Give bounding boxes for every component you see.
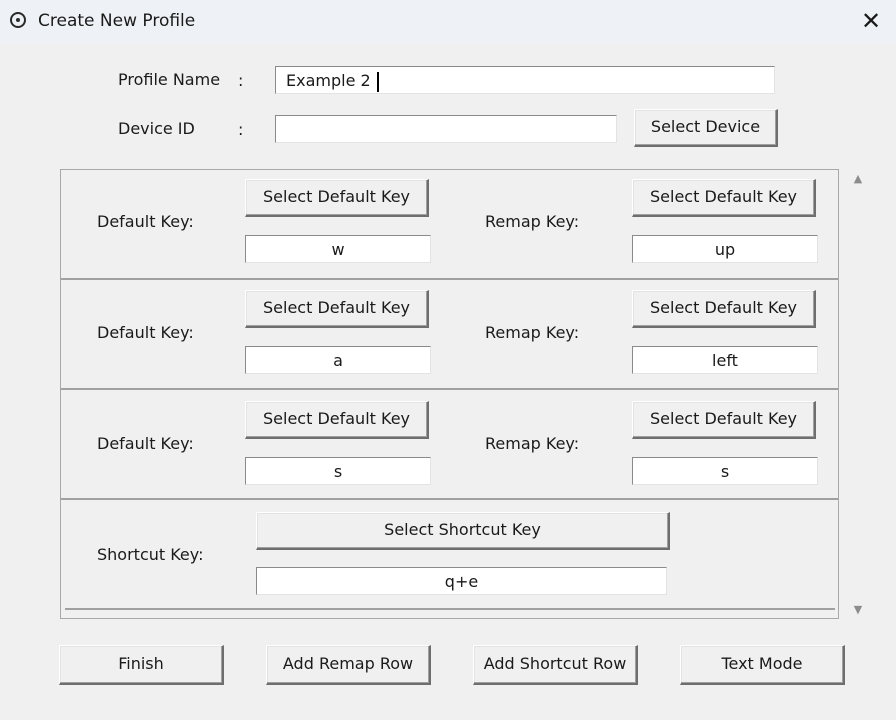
profile-name-colon: : (238, 71, 244, 90)
default-key-label: Default Key: (97, 434, 194, 453)
remap-row: Default Key: Select Default Key a Remap … (61, 280, 838, 390)
device-id-label: Device ID (118, 119, 195, 138)
device-id-input[interactable] (275, 115, 617, 143)
profile-name-label: Profile Name (118, 70, 221, 89)
default-key-label: Default Key: (97, 212, 194, 231)
default-key-field[interactable]: s (245, 457, 431, 485)
select-default-key-button[interactable]: Select Default Key (245, 401, 429, 439)
select-default-key-button[interactable]: Select Default Key (245, 290, 429, 328)
select-shortcut-key-button[interactable]: Select Shortcut Key (256, 512, 670, 550)
remap-key-label: Remap Key: (485, 323, 580, 342)
select-remap-key-button[interactable]: Select Default Key (632, 290, 816, 328)
select-device-button[interactable]: Select Device (634, 109, 778, 147)
add-shortcut-row-button[interactable]: Add Shortcut Row (473, 645, 638, 685)
app-icon (10, 12, 26, 28)
window-title: Create New Profile (38, 11, 196, 31)
default-key-label: Default Key: (97, 323, 194, 342)
device-id-colon: : (238, 120, 244, 139)
select-default-key-button[interactable]: Select Default Key (245, 179, 429, 217)
row-divider (65, 608, 835, 610)
remap-row: Default Key: Select Default Key w Remap … (61, 170, 838, 280)
default-key-field[interactable]: a (245, 346, 431, 374)
shortcut-row: Shortcut Key: Select Shortcut Key q+e (61, 500, 838, 612)
text-mode-button[interactable]: Text Mode (680, 645, 845, 685)
finish-button[interactable]: Finish (59, 645, 224, 685)
shortcut-key-field[interactable]: q+e (256, 567, 667, 595)
text-caret (376, 71, 379, 92)
remap-key-label: Remap Key: (485, 212, 580, 231)
remap-key-field[interactable]: left (632, 346, 818, 374)
scroll-down-arrow-icon[interactable]: ▼ (850, 603, 866, 617)
shortcut-key-label: Shortcut Key: (97, 545, 204, 564)
profile-name-input[interactable]: Example 2 (275, 66, 775, 94)
remap-key-label: Remap Key: (485, 434, 580, 453)
remap-key-field[interactable]: up (632, 235, 818, 263)
select-remap-key-button[interactable]: Select Default Key (632, 179, 816, 217)
remap-row: Default Key: Select Default Key s Remap … (61, 390, 838, 500)
profile-name-value: Example 2 (286, 71, 371, 90)
add-remap-row-button[interactable]: Add Remap Row (266, 645, 431, 685)
close-icon[interactable]: ✕ (846, 0, 896, 43)
remap-key-field[interactable]: s (632, 457, 818, 485)
select-remap-key-button[interactable]: Select Default Key (632, 401, 816, 439)
mapping-list[interactable]: Default Key: Select Default Key w Remap … (60, 169, 839, 619)
title-bar: Create New Profile ✕ (0, 0, 896, 43)
scroll-up-arrow-icon[interactable]: ▲ (850, 172, 866, 186)
default-key-field[interactable]: w (245, 235, 431, 263)
